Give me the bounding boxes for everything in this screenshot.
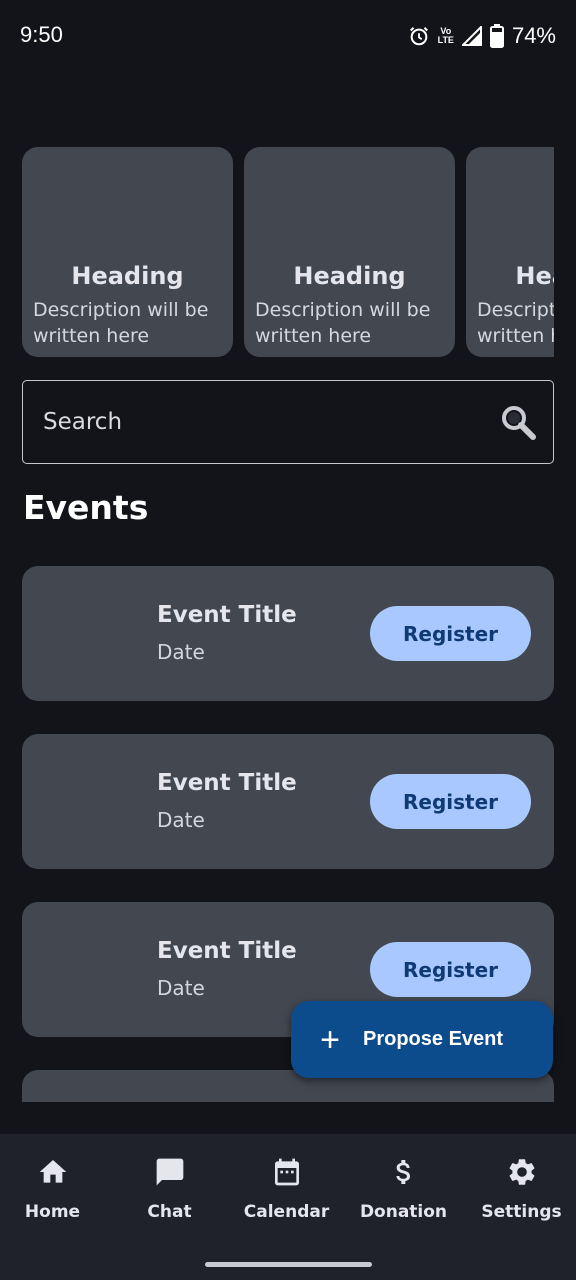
event-date: Date <box>157 808 205 832</box>
event-date: Date <box>157 976 205 1000</box>
news-section-title: News <box>24 90 145 106</box>
register-button[interactable]: Register <box>370 942 531 997</box>
news-card-description: Description will be written here <box>255 299 431 347</box>
news-card[interactable]: Heading Description will be written here <box>22 147 233 357</box>
news-card-description: Description will be written here <box>477 299 554 347</box>
propose-event-button[interactable]: + Propose Event <box>291 1001 553 1078</box>
news-carousel[interactable]: Heading Description will be written here… <box>22 147 554 359</box>
status-icons: Vo LTE 74% <box>408 22 556 50</box>
propose-event-label: Propose Event <box>363 1028 504 1050</box>
calendar-icon <box>275 1158 299 1186</box>
nav-item-home[interactable]: Home <box>0 1134 110 1244</box>
event-card[interactable]: Event Title Date Register <box>22 734 554 869</box>
event-date: Date <box>157 640 205 664</box>
gear-icon <box>509 1159 535 1185</box>
register-button[interactable]: Register <box>370 774 531 829</box>
status-time: 9:50 <box>20 22 63 47</box>
home-icon <box>39 1160 67 1183</box>
nav-item-chat[interactable]: Chat <box>112 1134 227 1244</box>
news-card[interactable]: Heading Description will be written here <box>244 147 455 357</box>
battery-icon <box>489 24 504 48</box>
volte-icon: Vo LTE <box>437 26 454 45</box>
search-input[interactable] <box>43 401 483 443</box>
nav-item-calendar[interactable]: Calendar <box>229 1134 344 1244</box>
event-title: Event Title <box>157 938 297 964</box>
chat-icon <box>156 1158 184 1186</box>
nav-item-settings[interactable]: Settings <box>464 1134 576 1244</box>
event-title: Event Title <box>157 770 297 796</box>
battery-percent: 74% <box>511 23 556 48</box>
nav-label-chat: Chat <box>147 1202 192 1222</box>
news-card-description: Description will be written here <box>33 299 209 347</box>
news-card-heading: Heading <box>515 262 554 290</box>
news-card-heading: Heading <box>71 262 184 290</box>
signal-icon <box>461 26 482 46</box>
bottom-navigation: Home Chat Calendar Donation Settings <box>0 1134 576 1280</box>
event-title: Event Title <box>157 602 297 628</box>
status-bar: 9:50 Vo LTE 74% <box>0 0 576 72</box>
plus-icon: + <box>320 1020 340 1059</box>
dollar-icon <box>396 1160 410 1184</box>
nav-label-settings: Settings <box>481 1202 562 1222</box>
events-title: Events <box>23 488 149 527</box>
nav-item-donation[interactable]: Donation <box>346 1134 461 1244</box>
nav-label-calendar: Calendar <box>243 1202 330 1222</box>
search-bar[interactable] <box>22 380 554 464</box>
main-scroll[interactable]: News Heading Description will be written… <box>0 72 576 1102</box>
search-icon[interactable] <box>499 403 539 443</box>
home-indicator[interactable] <box>205 1262 372 1267</box>
nav-label-donation: Donation <box>359 1202 448 1222</box>
news-card[interactable]: Heading Description will be written here <box>466 147 554 357</box>
news-card-heading: Heading <box>293 262 406 290</box>
event-card[interactable]: Event Title Date Register <box>22 566 554 701</box>
register-button[interactable]: Register <box>370 606 531 661</box>
alarm-icon <box>409 27 428 46</box>
